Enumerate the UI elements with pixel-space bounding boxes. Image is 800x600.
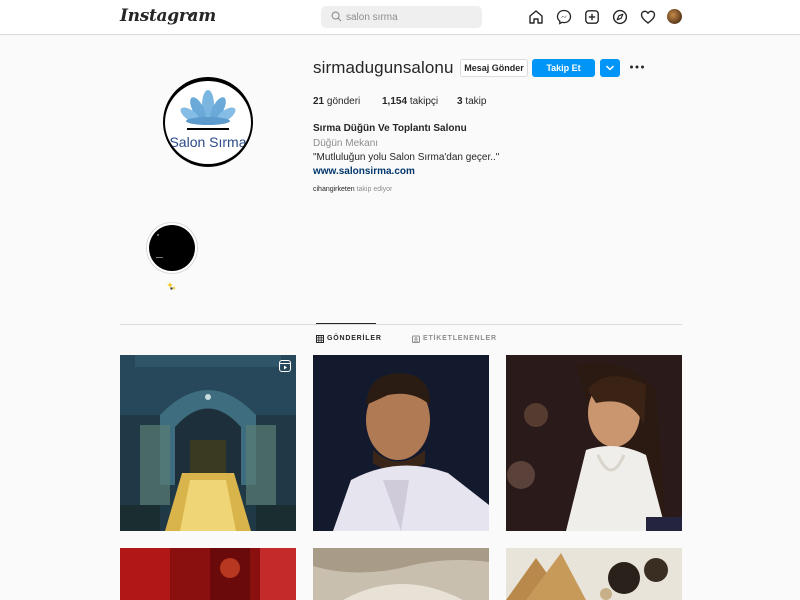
suggested-accounts-button[interactable]	[600, 59, 620, 77]
posts-stat: 21 gönderi	[313, 96, 360, 107]
posts-label: gönderi	[326, 96, 361, 107]
tagged-icon	[412, 335, 420, 343]
more-options-icon[interactable]	[629, 62, 645, 72]
active-tab-indicator	[316, 323, 376, 324]
post-image-red-decor	[120, 548, 296, 600]
following-stat[interactable]: 3 takip	[457, 96, 486, 107]
profile-website-link[interactable]: www.salonsirma.com	[313, 166, 415, 177]
post-image-groom-portrait	[313, 355, 489, 531]
story-highlight-cover	[149, 225, 195, 271]
search-icon	[331, 11, 342, 22]
profile-avatar[interactable]	[667, 9, 682, 24]
post-image-venue-entrance	[120, 355, 296, 531]
profile-username: sirmadugunsalonu	[313, 58, 454, 77]
tab-tagged-label: ETİKETLENENLER	[423, 335, 497, 342]
sparkle-emoji-icon	[167, 282, 176, 290]
post-image-dress-detail	[313, 548, 489, 600]
highlight-cover-detail	[156, 257, 163, 258]
home-icon[interactable]	[528, 9, 544, 25]
tabs-divider	[120, 324, 682, 325]
search-input[interactable]	[346, 9, 476, 25]
followers-stat[interactable]: 1,154 takipçi	[382, 96, 438, 107]
post-thumbnail[interactable]	[506, 355, 682, 531]
following-count: 3	[457, 96, 463, 107]
top-navigation-bar: Instagram	[0, 0, 800, 35]
search-box[interactable]	[321, 6, 482, 28]
profile-bio: "Mutluluğun yolu Salon Sırma'dan geçer..…	[313, 152, 500, 163]
activity-heart-icon[interactable]	[640, 9, 656, 25]
post-thumbnail[interactable]	[506, 548, 682, 600]
followers-label: takipçi	[409, 96, 439, 107]
chevron-down-icon	[605, 65, 615, 71]
posts-count: 21	[313, 96, 325, 107]
profile-category: Düğün Mekanı	[313, 138, 379, 149]
followed-by-text: takip ediyor	[356, 186, 393, 193]
post-image-dried-flowers	[506, 548, 682, 600]
following-label: takip	[465, 96, 487, 107]
post-thumbnail[interactable]	[120, 355, 296, 531]
explore-icon[interactable]	[612, 9, 628, 25]
message-button[interactable]: Mesaj Gönder	[460, 59, 528, 77]
post-thumbnail[interactable]	[120, 548, 296, 600]
post-thumbnail[interactable]	[313, 548, 489, 600]
reel-icon	[279, 360, 291, 372]
highlight-cover-detail	[157, 234, 159, 236]
lotus-logo-icon	[180, 90, 236, 130]
chevron-down-icon[interactable]	[186, 10, 196, 20]
profile-picture[interactable]: Salon Sırma	[165, 81, 251, 164]
post-thumbnail[interactable]	[313, 355, 489, 531]
follow-button[interactable]: Takip Et	[532, 59, 595, 77]
instagram-logo[interactable]: Instagram	[120, 6, 216, 26]
followed-by-line[interactable]: cihangirketen takip ediyor	[313, 186, 392, 193]
profile-full-name: Sırma Düğün Ve Toplantı Salonu	[313, 123, 467, 134]
post-image-bride-portrait	[506, 355, 682, 531]
tab-posts-label: GÖNDERİLER	[327, 335, 382, 342]
new-post-icon[interactable]	[584, 9, 600, 25]
messenger-icon[interactable]	[556, 9, 572, 25]
grid-icon	[316, 335, 324, 343]
followers-count: 1,154	[382, 96, 408, 107]
profile-picture-text: Salon Sırma	[169, 134, 247, 150]
followed-by-user: cihangirketen	[313, 186, 355, 193]
